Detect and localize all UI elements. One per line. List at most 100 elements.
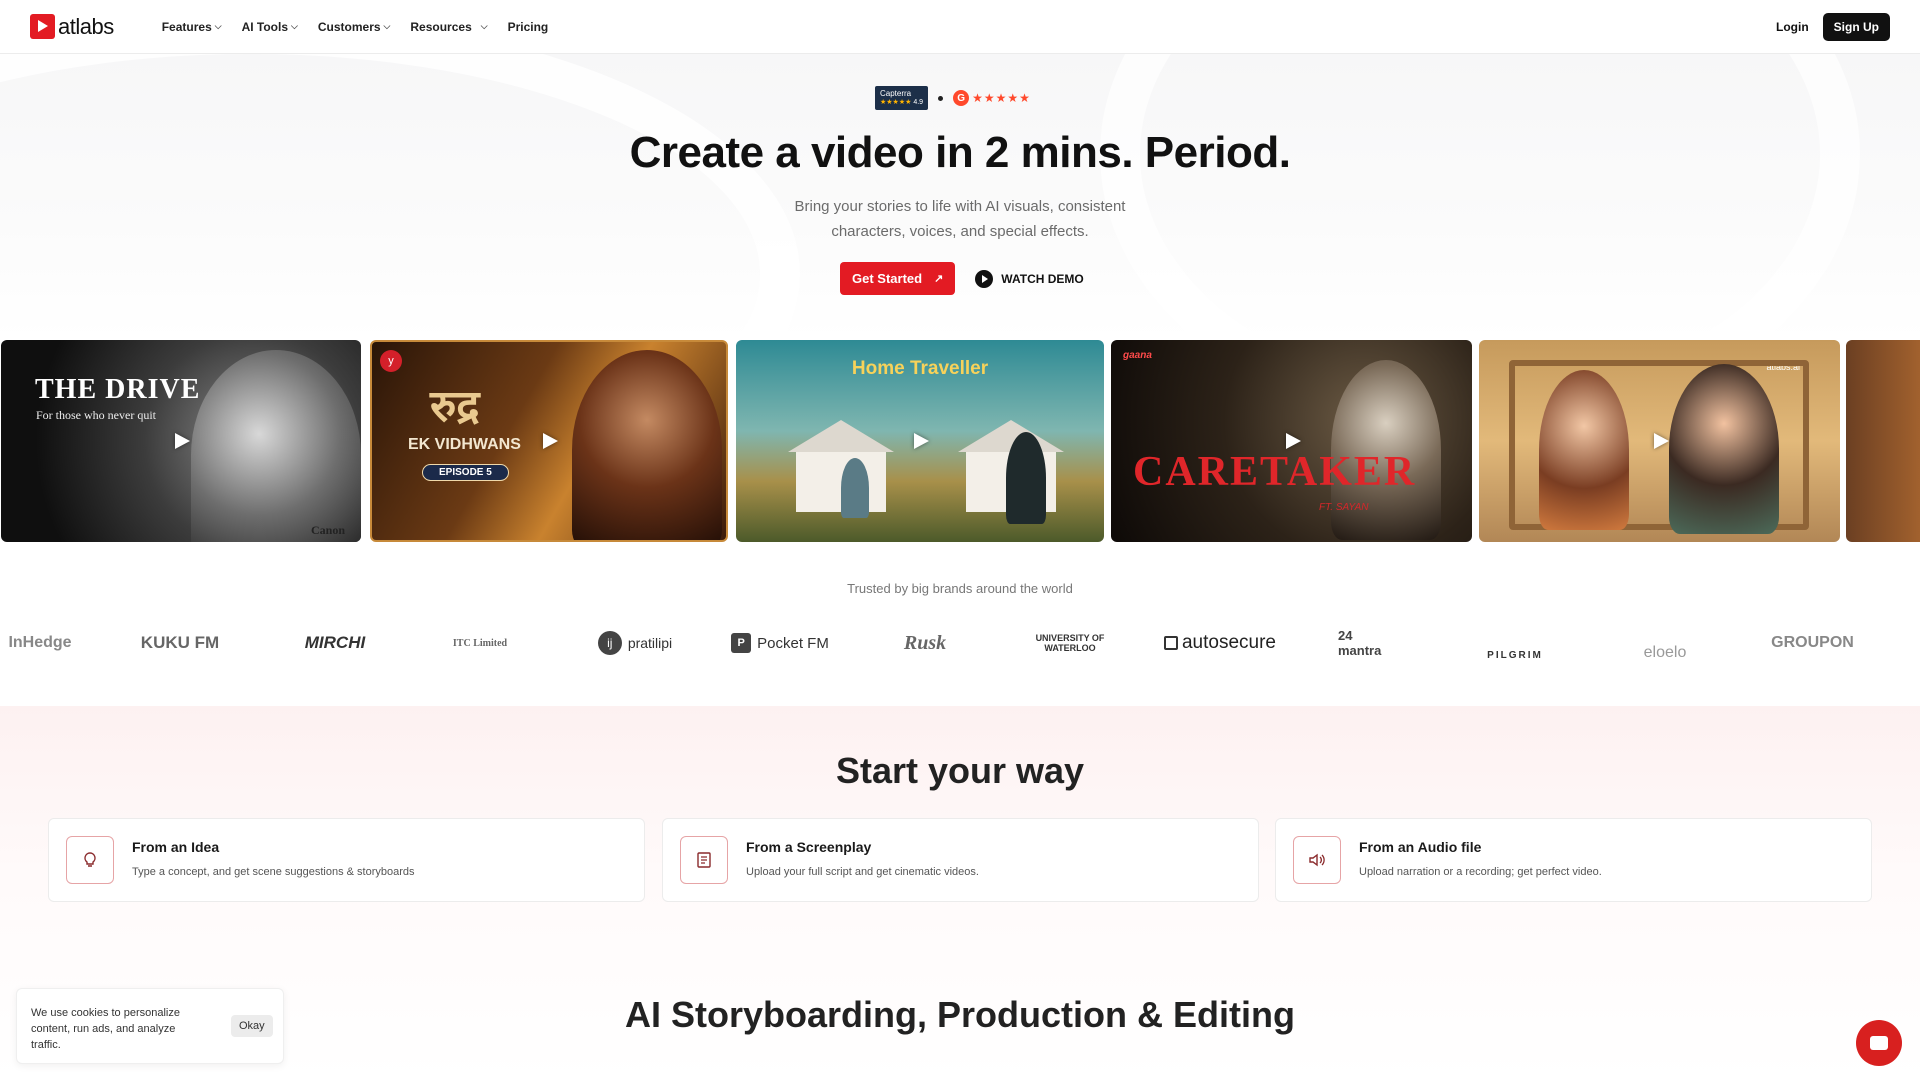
option-title: From an Audio file — [1359, 839, 1482, 855]
brand-logo: PILGRIM — [1487, 649, 1543, 661]
nav-resources-label: Resources — [410, 19, 472, 34]
main-menu: Features ⌵ AI Tools ⌵ Customers ⌵ Resources… — [162, 20, 549, 34]
video-subtitle: EK VIDHWANS — [408, 436, 521, 453]
nav-customers-label: Customers — [317, 19, 381, 34]
capterra-label: Capterra — [880, 89, 912, 98]
video-title: Home Traveller — [851, 358, 989, 379]
video-card-partial[interactable] — [1846, 340, 1920, 542]
start-your-way-section: Start your way From an Idea Type a conce… — [0, 706, 1920, 1080]
video-carousel: THE DRIVE For those who never quit Canon… — [0, 340, 1920, 542]
play-icon[interactable] — [1645, 426, 1675, 456]
play-icon[interactable] — [166, 426, 196, 456]
video-card-the-drive[interactable]: THE DRIVE For those who never quit Canon — [1, 340, 361, 542]
option-title: From an Idea — [132, 839, 220, 855]
start-title: Start your way — [835, 750, 1085, 791]
brand-name: pratilipi — [627, 635, 673, 651]
brand-logo: GROUPON — [1771, 634, 1854, 651]
cookie-text: We use cookies to personalize content, r… — [31, 1007, 180, 1051]
play-icon[interactable] — [534, 426, 564, 456]
option-from-audio[interactable]: From an Audio file Upload narration or a… — [1275, 818, 1872, 902]
episode-badge: EPISODE 5 — [422, 464, 509, 481]
nav-features-label: Features — [161, 19, 212, 34]
nav-actions: Login Sign Up — [1776, 12, 1890, 41]
channel-badge-icon: y — [380, 350, 402, 372]
brand-name: Pocket FM — [757, 634, 829, 652]
nav-resources[interactable]: Resources ⌵ — [410, 20, 487, 34]
brand-logo: 24 mantra — [1338, 628, 1382, 658]
video-subtitle: For those who never quit — [36, 408, 156, 422]
video-subtitle: FT. SAYAN — [1319, 502, 1369, 513]
watch-demo-label: WATCH DEMO — [1001, 271, 1084, 286]
capterra-score: ★★★★★ 4.9 — [880, 98, 923, 107]
cookie-okay-button[interactable]: Okay — [231, 1015, 273, 1037]
video-title: THE DRIVE — [35, 374, 201, 405]
hero-cta-row: Get Started ↗ WATCH DEMO — [840, 262, 1084, 295]
brand-logo: MIRCHI — [304, 633, 366, 652]
brand-logo: KUKU FM — [140, 633, 220, 652]
video-title: रुद्र — [430, 382, 480, 431]
child-figure — [841, 458, 869, 518]
trusted-heading: Trusted by big brands around the world — [847, 581, 1073, 596]
logo-text: atlabs — [58, 13, 114, 39]
option-from-screenplay[interactable]: From a Screenplay Upload your full scrip… — [662, 818, 1259, 902]
autosecure-icon — [1163, 636, 1178, 650]
nav-pricing-label: Pricing — [507, 19, 549, 34]
nav-ai-tools[interactable]: AI Tools ⌵ — [242, 20, 298, 34]
capterra-score-value: 4.9 — [913, 99, 924, 106]
brand-logo-pratilipi: ij pratilipi — [585, 618, 685, 668]
pratilipi-icon: ij — [597, 631, 622, 655]
brand-logo: Rusk — [903, 631, 947, 654]
option-description: Upload narration or a recording; get per… — [1359, 866, 1602, 878]
brand-logo: UNIVERSITY OF WATERLOO — [1035, 633, 1105, 653]
nav-pricing[interactable]: Pricing — [508, 20, 549, 34]
capterra-badge: Capterra ★★★★★ 4.9 — [875, 86, 929, 110]
hero-subtitle: Bring your stories to life with AI visua… — [794, 198, 1126, 240]
brand-logos: InHedge KUKU FM MIRCHI ITC Limited ij pra… — [0, 618, 1920, 668]
video-card-family[interactable]: atlabs.ai — [1479, 340, 1840, 542]
logo-play-icon — [30, 14, 55, 39]
video-card-home-traveller[interactable]: Home Traveller — [736, 340, 1104, 542]
play-icon[interactable] — [905, 426, 935, 456]
separator-dot — [938, 95, 944, 101]
nav-customers[interactable]: Customers ⌵ — [318, 20, 391, 34]
brand-logo: eloelo — [1643, 644, 1687, 661]
brand-logo: InHedge — [8, 634, 72, 651]
woman-figure — [1539, 370, 1629, 530]
background-swirl — [1100, 54, 1860, 340]
capterra-stars-icon: ★★★★★ — [880, 99, 912, 106]
chevron-down-icon: ⌵ — [383, 21, 391, 31]
storyboarding-title: AI Storyboarding, Production & Editing — [625, 994, 1295, 1035]
man-figure — [1006, 432, 1046, 524]
option-description: Upload your full script and get cinemati… — [746, 866, 979, 878]
chevron-down-icon: ⌵ — [214, 21, 222, 31]
lightbulb-icon — [66, 836, 114, 884]
speaker-icon — [1293, 836, 1341, 884]
login-link[interactable]: Login — [1776, 20, 1809, 34]
video-title: CARETAKER — [1133, 449, 1417, 495]
cookie-banner: We use cookies to personalize content, r… — [16, 988, 284, 1064]
couple-figure — [572, 350, 722, 540]
video-card-caretaker[interactable]: gaana CARETAKER FT. SAYAN — [1111, 340, 1472, 542]
atlabs-logo[interactable]: atlabs — [30, 14, 114, 40]
signup-button[interactable]: Sign Up — [1822, 12, 1890, 41]
hero-title: Create a video in 2 mins. Period. — [629, 128, 1291, 177]
chat-widget-icon[interactable] — [1856, 1020, 1902, 1066]
play-circle-icon — [975, 269, 994, 288]
top-navbar: atlabs Features ⌵ AI Tools ⌵ Customers ⌵ Re… — [0, 0, 1920, 54]
watch-demo-button[interactable]: WATCH DEMO — [975, 269, 1084, 288]
brand-name: autosecure — [1181, 632, 1276, 653]
gaana-logo: gaana — [1123, 350, 1152, 361]
get-started-label: Get Started — [852, 271, 923, 286]
man-figure — [1669, 364, 1779, 534]
ratings-bar: Capterra ★★★★★ 4.9 G ★★★★★ — [875, 86, 1031, 110]
get-started-button[interactable]: Get Started ↗ — [840, 262, 956, 295]
chevron-down-icon: ⌵ — [480, 21, 488, 31]
video-corner-text: Canon — [310, 523, 345, 537]
g2-stars: ★★★★★ — [972, 91, 1031, 105]
video-card-rudra[interactable]: y रुद्र EK VIDHWANS EPISODE 5 — [370, 340, 728, 542]
play-icon[interactable] — [1277, 426, 1307, 456]
nav-features[interactable]: Features ⌵ — [162, 20, 222, 34]
hero-section: Capterra ★★★★★ 4.9 G ★★★★★ Create a vide… — [0, 54, 1920, 340]
brand-logo-autosecure: autosecure — [1155, 618, 1285, 668]
option-from-idea[interactable]: From an Idea Type a concept, and get sce… — [48, 818, 645, 902]
